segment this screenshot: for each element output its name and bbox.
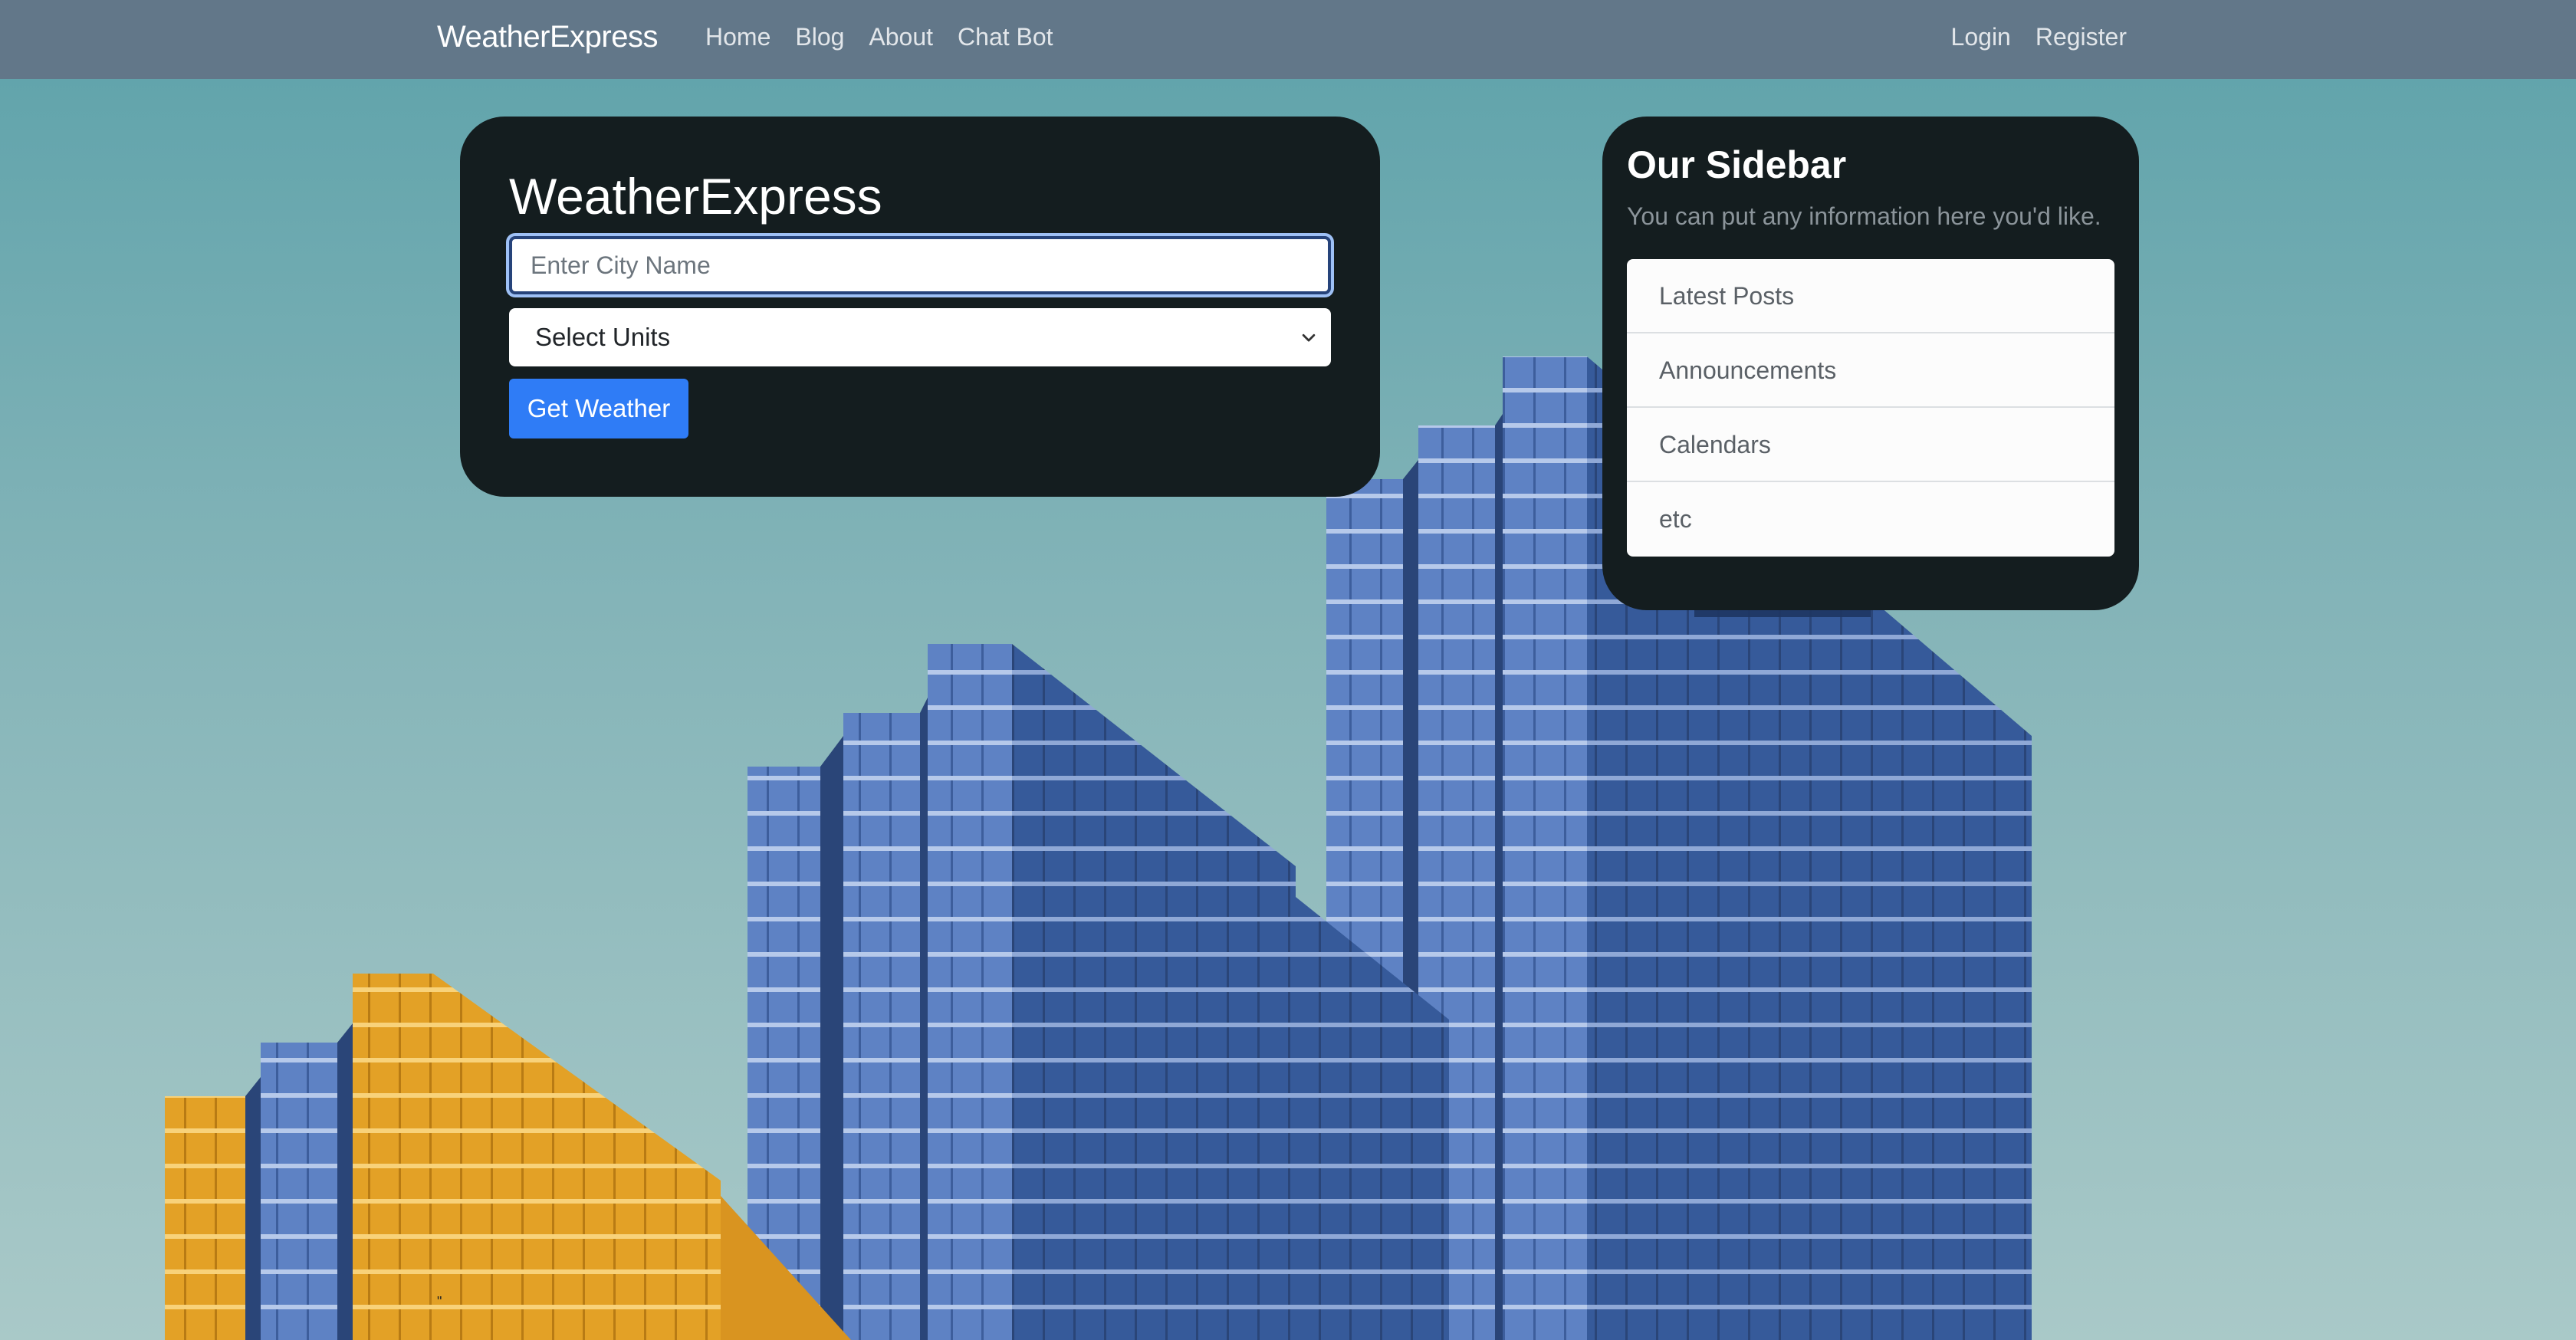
nav-link-blog[interactable]: Blog [795,23,844,51]
nav-link-home[interactable]: Home [705,23,770,51]
weather-card-title: WeatherExpress [509,168,882,225]
sidebar-item-latest-posts[interactable]: Latest Posts [1627,259,2114,333]
nav-link-login[interactable]: Login [1951,23,2011,51]
weather-search-card: WeatherExpress Select Units Get Weather [460,117,1380,497]
sidebar-item-calendars[interactable]: Calendars [1627,408,2114,482]
get-weather-button[interactable]: Get Weather [509,379,688,438]
sidebar-card: Our Sidebar You can put any information … [1602,117,2139,610]
top-navbar: WeatherExpress Home Blog About Chat Bot … [0,0,2576,79]
navbar-brand[interactable]: WeatherExpress [437,0,658,74]
stray-text-mark: " [437,1294,442,1309]
units-select[interactable]: Select Units [509,308,1331,366]
units-select-value: Select Units [535,323,671,351]
sidebar-title: Our Sidebar [1627,143,1847,186]
nav-links-right: Login Register [1927,0,2127,74]
sidebar-list: Latest Posts Announcements Calendars etc [1627,259,2114,557]
nav-link-chat-bot[interactable]: Chat Bot [958,23,1053,51]
chevron-down-icon [1302,333,1316,342]
nav-links-left: Home Blog About Chat Bot [705,0,1078,74]
city-name-input[interactable] [506,233,1334,297]
sidebar-description: You can put any information here you'd l… [1627,202,2101,230]
sidebar-item-etc[interactable]: etc [1627,482,2114,557]
nav-link-about[interactable]: About [869,23,933,51]
nav-link-register[interactable]: Register [2036,23,2127,51]
sidebar-item-announcements[interactable]: Announcements [1627,333,2114,408]
